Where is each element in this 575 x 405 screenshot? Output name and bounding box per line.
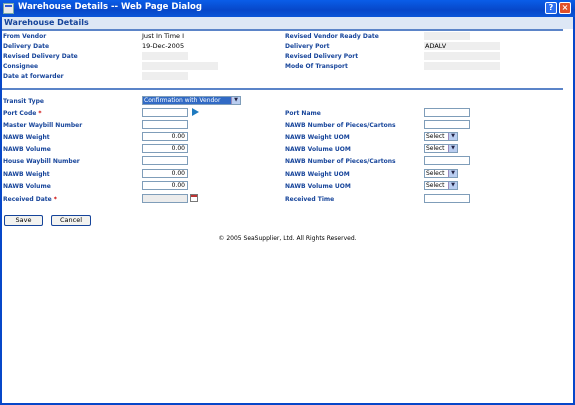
chevron-down-icon[interactable]: ▼ (448, 133, 457, 140)
copyright: © 2005 SeaSupplier, Ltd. All Rights Rese… (218, 235, 357, 242)
window-title: Warehouse Details -- Web Page Dialog (18, 2, 202, 12)
nawb-weight-label-1: NAWB Weight (3, 134, 50, 141)
chevron-down-icon[interactable]: ▼ (231, 97, 240, 104)
nawb-pieces-label-2: NAWB Number of Pieces/Cartons (285, 158, 396, 165)
window-frame (0, 17, 575, 405)
cancel-button[interactable]: Cancel (51, 215, 91, 226)
revised-delivery-date-label: Revised Delivery Date (3, 53, 78, 60)
chevron-down-icon[interactable]: ▼ (448, 182, 457, 189)
master-waybill-input[interactable] (142, 120, 188, 129)
nawb-volume-uom-select-2[interactable]: Select ▼ (424, 181, 458, 190)
nawb-weight-uom-value-1: Select (426, 133, 445, 140)
house-waybill-label: House Waybill Number (3, 158, 80, 165)
transit-type-label: Transit Type (3, 98, 44, 105)
port-code-input[interactable] (142, 108, 188, 117)
revised-vendor-ready-label: Revised Vendor Ready Date (285, 33, 379, 40)
nawb-volume-uom-select-1[interactable]: Select ▼ (424, 144, 458, 153)
from-vendor-label: From Vendor (3, 33, 47, 40)
port-code-label: Port Code * (3, 110, 42, 117)
date-at-forwarder-label: Date at forwarder (3, 73, 64, 80)
revised-delivery-port-value (424, 52, 500, 60)
section-divider-middle (2, 88, 563, 90)
close-button[interactable]: × (559, 2, 571, 14)
nawb-weight-uom-label-1: NAWB Weight UOM (285, 134, 350, 141)
nawb-volume-uom-label-1: NAWB Volume UOM (285, 146, 351, 153)
revised-vendor-ready-value (424, 32, 470, 40)
transit-type-select[interactable]: Confirmation with Vendor ▼ (142, 96, 241, 105)
revised-delivery-port-label: Revised Delivery Port (285, 53, 359, 60)
nawb-weight-uom-label-2: NAWB Weight UOM (285, 171, 350, 178)
date-at-forwarder-value (142, 72, 188, 80)
window-titlebar: Warehouse Details -- Web Page Dialog ? × (0, 0, 575, 17)
received-time-label: Received Time (285, 196, 335, 203)
app-icon (3, 3, 14, 14)
port-name-label: Port Name (285, 110, 321, 117)
nawb-weight-uom-select-2[interactable]: Select ▼ (424, 169, 458, 178)
nawb-weight-label-2: NAWB Weight (3, 171, 50, 178)
delivery-date-value: 19-Dec-2005 (142, 42, 185, 50)
nawb-volume-input-1[interactable] (142, 144, 188, 153)
save-button[interactable]: Save (4, 215, 43, 226)
received-date-label: Received Date * (3, 196, 57, 203)
house-waybill-input[interactable] (142, 156, 188, 165)
revised-delivery-date-value (142, 52, 188, 60)
help-button[interactable]: ? (545, 2, 557, 14)
nawb-pieces-input-1[interactable] (424, 120, 470, 129)
mode-of-transport-label: Mode Of Transport (285, 63, 348, 70)
port-name-input[interactable] (424, 108, 470, 117)
section-divider-top (2, 29, 563, 31)
transit-type-value: Confirmation with Vendor (144, 97, 221, 104)
consignee-label: Consignee (3, 63, 39, 70)
nawb-volume-input-2[interactable] (142, 181, 188, 190)
nawb-weight-uom-value-2: Select (426, 170, 445, 177)
received-time-input[interactable] (424, 194, 470, 203)
section-title: Warehouse Details (2, 17, 573, 29)
nawb-pieces-input-2[interactable] (424, 156, 470, 165)
delivery-port-label: Delivery Port (285, 43, 330, 50)
master-waybill-label: Master Waybill Number (3, 122, 83, 129)
nawb-weight-input-2[interactable] (142, 169, 188, 178)
nawb-pieces-label-1: NAWB Number of Pieces/Cartons (285, 122, 396, 129)
mode-of-transport-value (424, 62, 500, 70)
arrow-icon[interactable] (192, 108, 199, 116)
nawb-weight-uom-select-1[interactable]: Select ▼ (424, 132, 458, 141)
calendar-icon[interactable] (190, 194, 198, 202)
from-vendor-value: Just In Time I (142, 32, 185, 40)
chevron-down-icon[interactable]: ▼ (448, 145, 457, 152)
nawb-volume-label-1: NAWB Volume (3, 146, 51, 153)
nawb-weight-input-1[interactable] (142, 132, 188, 141)
nawb-volume-uom-label-2: NAWB Volume UOM (285, 183, 351, 190)
delivery-port-value: ADALV (425, 42, 447, 50)
delivery-date-label: Delivery Date (3, 43, 50, 50)
consignee-value (142, 62, 218, 70)
chevron-down-icon[interactable]: ▼ (448, 170, 457, 177)
nawb-volume-uom-value-2: Select (426, 182, 445, 189)
nawb-volume-label-2: NAWB Volume (3, 183, 51, 190)
nawb-volume-uom-value-1: Select (426, 145, 445, 152)
received-date-input[interactable] (142, 194, 188, 203)
